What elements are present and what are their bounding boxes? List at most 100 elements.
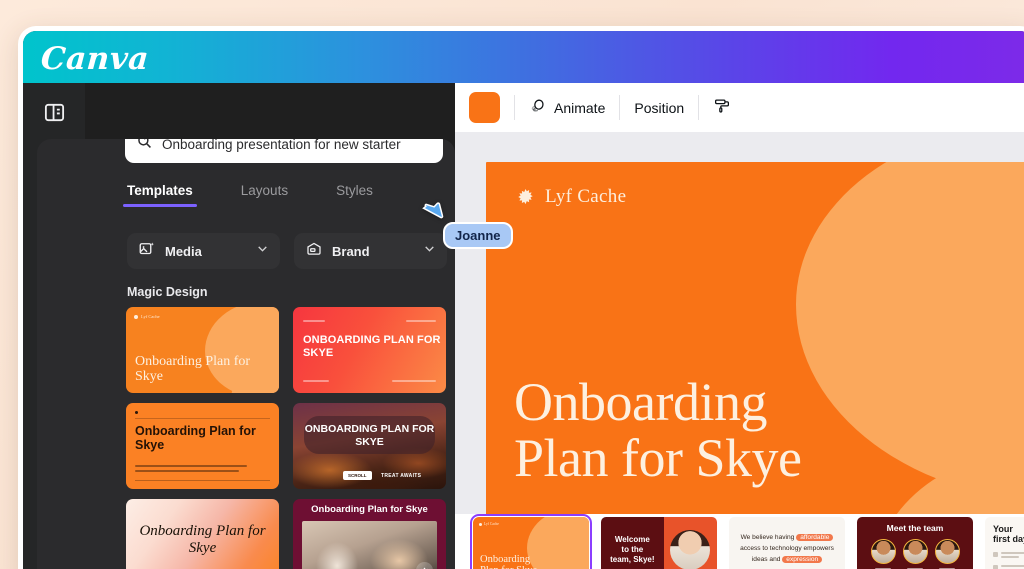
template-title: Onboarding Plan for Skye xyxy=(135,354,251,385)
thumb-welcome-text: Welcome to the team, Skye! xyxy=(601,535,664,565)
template-card[interactable]: Onboarding Plan for Skye xyxy=(126,403,279,489)
template-title: Onboarding Plan for Skye xyxy=(135,424,256,452)
template-card[interactable]: ONBOARDING PLAN FOR SKYE xyxy=(293,307,446,393)
search-input-value: Onboarding presentation for new starter xyxy=(162,139,401,152)
template-badge-pill: SCROLL xyxy=(343,471,372,480)
checklist-rows xyxy=(993,551,1024,569)
thumb-title: Your first day xyxy=(993,524,1024,545)
canva-logo[interactable]: Canva xyxy=(40,41,150,77)
media-dropdown[interactable]: Media xyxy=(127,233,280,269)
position-label: Position xyxy=(634,99,685,116)
canvas-workspace: Animate Position Lyf Cache Onboarding Pl… xyxy=(455,83,1024,569)
brand-dropdown[interactable]: Brand xyxy=(294,233,447,269)
checklist-row xyxy=(993,551,1024,560)
decor-body-lines xyxy=(135,465,247,475)
thumb-quote-text: We believe having affordable access to t… xyxy=(738,533,836,566)
brand-dropdown-label: Brand xyxy=(332,243,370,259)
slide-thumbnail[interactable]: Lyf Cache Onboarding Plan for Skye xyxy=(470,514,592,569)
thumb-title-line2: first day xyxy=(993,534,1024,545)
position-button[interactable]: Position xyxy=(634,100,684,116)
design-panel-icon xyxy=(43,101,66,129)
chevron-down-icon xyxy=(423,242,436,260)
burst-icon xyxy=(516,188,535,207)
template-badge-text: TREAT AWAITS xyxy=(381,473,422,479)
collaborator-cursor: Joanne xyxy=(421,199,513,249)
template-title: ONBOARDING PLAN FOR SKYE xyxy=(303,334,441,359)
thumb-logo-text: Lyf Cache xyxy=(484,522,499,526)
slide-title: Onboarding Plan for Skye xyxy=(514,372,802,489)
quote-part-3: technology empowers xyxy=(769,544,834,552)
template-title: Onboarding Plan for Skye xyxy=(139,523,266,556)
decor-dot xyxy=(135,411,138,414)
color-swatch-button[interactable] xyxy=(469,92,500,123)
decor-line xyxy=(392,380,436,382)
template-card[interactable]: Lyf Cache Onboarding Plan for Skye xyxy=(126,307,279,393)
templates-side-panel: Onboarding presentation for new starter … xyxy=(37,139,455,569)
template-title: ONBOARDING PLAN FOR SKYE xyxy=(304,423,435,448)
slide-logo-text: Lyf Cache xyxy=(545,186,627,207)
quote-part-4: ideas and xyxy=(751,555,781,563)
decor-line xyxy=(406,320,436,322)
animate-label: Animate xyxy=(554,99,606,116)
animate-icon xyxy=(529,97,547,118)
tab-styles[interactable]: Styles xyxy=(336,181,373,207)
avatar xyxy=(870,539,896,564)
canvas-toolbar: Animate Position xyxy=(455,83,1024,132)
quote-part-1: We believe having xyxy=(740,534,795,541)
decor-rule xyxy=(135,418,270,419)
thumb-title: Meet the team xyxy=(886,523,944,533)
thumb-line3: team, Skye! xyxy=(610,555,655,564)
decor-line xyxy=(303,380,329,382)
search-input[interactable]: Onboarding presentation for new starter xyxy=(125,139,443,163)
slide-thumbnail[interactable]: Meet the team xyxy=(857,517,973,569)
tab-templates[interactable]: Templates xyxy=(123,181,197,207)
thumb-line1: Welcome xyxy=(614,535,650,544)
slide-thumbnail[interactable]: We believe having affordable access to t… xyxy=(729,517,845,569)
tab-layouts[interactable]: Layouts xyxy=(241,181,288,207)
template-card[interactable]: Onboarding Plan for Skye xyxy=(293,499,446,569)
burst-icon xyxy=(134,314,138,319)
burst-icon xyxy=(479,522,482,526)
toolbar-divider xyxy=(514,95,515,120)
cursor-arrow-icon xyxy=(421,199,445,225)
thumb-title-line1: Your xyxy=(993,524,1013,534)
template-grid: Lyf Cache Onboarding Plan for Skye ONBOA… xyxy=(126,307,446,569)
quote-highlight-1: affordable xyxy=(796,534,834,541)
quote-part-2: access to xyxy=(740,544,768,552)
slide-title-line1: Onboarding xyxy=(514,372,767,432)
thumb-text-panel: Welcome to the team, Skye! xyxy=(601,517,664,569)
thumb-line2: to the xyxy=(621,545,644,554)
toolbar-divider xyxy=(698,95,700,120)
decor-rule xyxy=(135,480,270,481)
avatar xyxy=(934,539,960,564)
team-avatars xyxy=(857,539,973,564)
checklist-row xyxy=(993,564,1024,569)
slide-thumbnail[interactable]: Your first day xyxy=(985,517,1024,569)
canva-app-window: Canva Onboarding presentation for new st… xyxy=(18,26,1024,569)
avatar xyxy=(902,539,928,564)
thumb-photo-panel xyxy=(663,517,717,569)
avatar xyxy=(670,530,711,569)
template-title: Onboarding Plan for Skye xyxy=(311,504,428,515)
animate-button[interactable]: Animate xyxy=(529,97,605,118)
paint-roller-icon xyxy=(713,97,731,118)
decor-blob xyxy=(796,162,1024,502)
slide-logo: Lyf Cache xyxy=(516,186,626,208)
crown-icon xyxy=(420,562,429,569)
slide-thumbnail[interactable]: Welcome to the team, Skye! xyxy=(601,517,717,569)
template-card[interactable]: ONBOARDING PLAN FOR SKYE SCROLL TREAT AW… xyxy=(293,403,446,489)
template-card[interactable]: Onboarding Plan for Skye xyxy=(126,499,279,569)
chevron-down-icon xyxy=(256,242,269,260)
slide-canvas[interactable]: Lyf Cache Onboarding Plan for Skye xyxy=(486,162,1024,565)
rail-item-design[interactable] xyxy=(23,83,85,147)
style-copy-button[interactable] xyxy=(713,97,731,118)
brand-icon xyxy=(305,240,323,263)
magic-search-icon xyxy=(135,139,154,156)
page-background: Canva Onboarding presentation for new st… xyxy=(0,0,1024,569)
thumb-title: Onboarding Plan for Skye xyxy=(480,554,537,569)
toolbar-divider xyxy=(619,95,621,120)
quote-highlight-2: expression xyxy=(782,555,823,563)
media-dropdown-label: Media xyxy=(165,243,202,259)
slide-title-line2: Plan for Skye xyxy=(514,428,802,489)
brand-header-bar: Canva xyxy=(23,31,1024,83)
